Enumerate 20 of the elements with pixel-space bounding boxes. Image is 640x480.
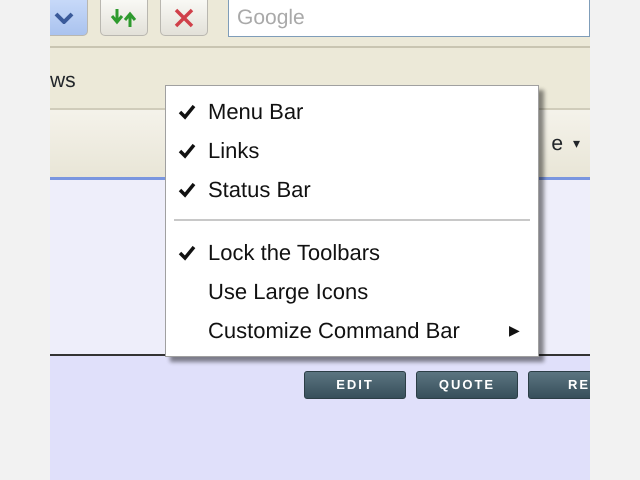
- close-icon: [173, 6, 195, 28]
- chevron-icon: [54, 12, 74, 24]
- search-field[interactable]: Google: [228, 0, 590, 37]
- dropdown-button[interactable]: [50, 0, 88, 36]
- menu-item[interactable]: Lock the Toolbars: [166, 233, 538, 272]
- links-label: ws: [50, 68, 76, 94]
- caret-icon: ▾: [573, 133, 580, 154]
- menu-item[interactable]: Customize Command Bar ▶: [166, 311, 538, 350]
- command-label: e: [551, 130, 563, 157]
- menu-item[interactable]: Use Large Icons: [166, 272, 538, 311]
- menu-item[interactable]: Status Bar: [166, 170, 538, 209]
- refresh-button[interactable]: [100, 0, 148, 36]
- submenu-arrow-icon: ▶: [509, 320, 520, 341]
- arrows-icon: [109, 6, 139, 28]
- post-button[interactable]: QUOTE: [416, 371, 518, 399]
- stop-button[interactable]: [160, 0, 208, 36]
- post-button[interactable]: EDIT: [304, 371, 406, 399]
- menu-item[interactable]: Links: [166, 131, 538, 170]
- menu-item[interactable]: Menu Bar: [166, 92, 538, 131]
- post-button[interactable]: RE: [528, 371, 590, 399]
